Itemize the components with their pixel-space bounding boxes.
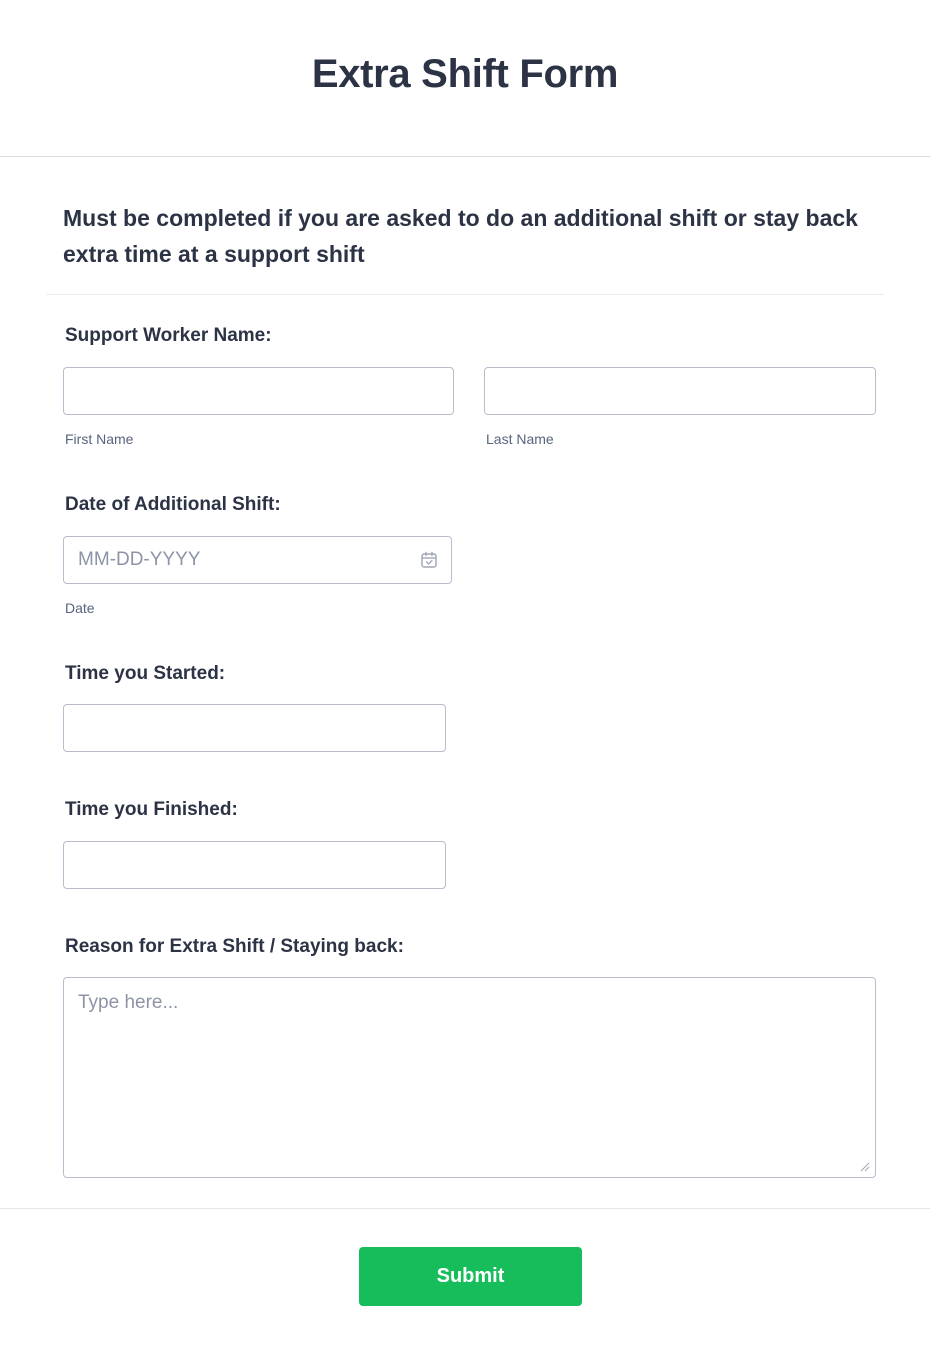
form-title: Extra Shift Form bbox=[311, 52, 619, 96]
footer-divider bbox=[0, 1208, 930, 1209]
form-header: Extra Shift Form bbox=[0, 0, 930, 157]
reason-label: Reason for Extra Shift / Staying back: bbox=[65, 936, 404, 957]
time-started-input[interactable] bbox=[63, 704, 446, 752]
subtitle-divider bbox=[46, 294, 884, 295]
first-name-input[interactable] bbox=[63, 367, 454, 415]
worker-name-label: Support Worker Name: bbox=[65, 325, 272, 346]
last-name-sublabel: Last Name bbox=[486, 431, 554, 447]
date-sublabel: Date bbox=[65, 600, 95, 616]
time-finished-input[interactable] bbox=[63, 841, 446, 889]
time-finished-label: Time you Finished: bbox=[65, 799, 238, 820]
time-started-label: Time you Started: bbox=[65, 663, 226, 684]
date-field bbox=[63, 536, 452, 584]
submit-button[interactable]: Submit bbox=[359, 1247, 582, 1306]
calendar-icon[interactable] bbox=[420, 551, 438, 569]
shift-date-label: Date of Additional Shift: bbox=[65, 494, 281, 515]
last-name-input[interactable] bbox=[484, 367, 876, 415]
resize-handle-icon[interactable] bbox=[858, 1160, 870, 1172]
shift-date-input[interactable] bbox=[63, 536, 452, 584]
first-name-sublabel: First Name bbox=[65, 431, 134, 447]
form-subtitle: Must be completed if you are asked to do… bbox=[63, 205, 858, 267]
reason-textarea[interactable] bbox=[63, 977, 876, 1178]
